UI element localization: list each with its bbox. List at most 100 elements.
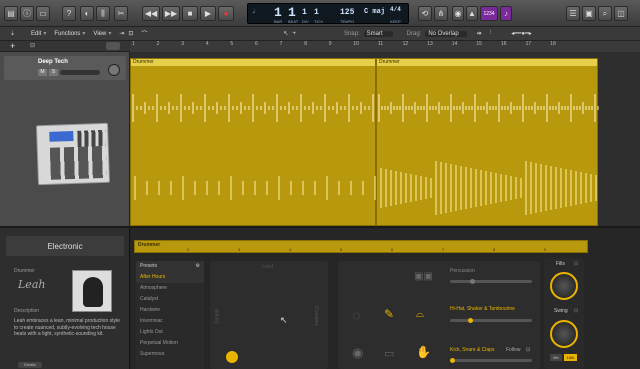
shaker-icon[interactable]: ✎ (384, 307, 394, 321)
list-editors-icon[interactable]: ☰ (566, 6, 580, 21)
preset-item[interactable]: Lights Out (136, 327, 204, 338)
tambourine-icon[interactable]: ◌ (352, 307, 360, 323)
metronome-icon[interactable]: ▲ (466, 6, 478, 21)
track-name[interactable]: Deep Tech (38, 59, 68, 65)
ruler-tick: 8 (304, 41, 307, 47)
ruler-tick: 11 (378, 41, 384, 47)
hihat-slider[interactable] (450, 318, 532, 323)
ruler-tick: 2 (156, 41, 160, 47)
view-menu[interactable]: View (93, 31, 106, 37)
drummer-label: Drummer (14, 268, 35, 274)
lcd-tempo: 125 (340, 8, 355, 17)
timeline-ruler[interactable]: 1 2 3 4 5 6 7 8 9 10 11 12 13 14 15 16 17 18 (130, 41, 640, 52)
cycle-icon[interactable]: ⟲ (418, 6, 432, 21)
preset-item[interactable]: Supernova (136, 349, 204, 360)
drag-select[interactable]: No Overlap (425, 30, 467, 37)
xy-pad[interactable]: Loud Simple Complex ↖ (210, 261, 328, 369)
ruler-tick: 9 (328, 41, 332, 47)
details-button[interactable]: Details (18, 362, 42, 368)
preset-item[interactable]: Perpetual Motion (136, 338, 204, 349)
edit-menu[interactable]: Edit (31, 31, 41, 37)
pan-knob[interactable] (108, 64, 120, 76)
global-tracks-icon[interactable]: ⊟ (30, 42, 35, 49)
ruler-tick: 10 (353, 41, 359, 47)
editor-region-bar[interactable]: Drummer 23456789 (134, 240, 588, 253)
tuner-icon[interactable]: ⋔ (434, 6, 448, 21)
fills-knob[interactable] (550, 272, 578, 300)
snare-icon[interactable]: ▭ (384, 347, 394, 360)
drummer-avatar[interactable] (72, 270, 112, 312)
waveform-zoom-icon[interactable]: ⇹ (477, 30, 482, 37)
solo-icon[interactable]: ◉ (452, 6, 464, 21)
percussion-slider[interactable] (450, 279, 532, 284)
pencil-tool-icon[interactable]: + (292, 31, 296, 37)
arrange-area[interactable]: Drummer Drummer (130, 52, 640, 226)
stop-button[interactable]: ■ (182, 6, 198, 21)
fills-lock-icon[interactable]: ⊡ (574, 261, 578, 267)
snap-select[interactable]: Smart (363, 30, 393, 37)
hihat-icon[interactable]: ⌓ (416, 309, 424, 320)
editor-ruler-tick: 2 (187, 247, 190, 252)
swing-knob[interactable] (550, 320, 578, 348)
forward-button[interactable]: ▶▶ (162, 6, 180, 21)
solo-button[interactable]: S (49, 69, 58, 76)
pad-loud-label: Loud (262, 264, 274, 270)
lcd-display[interactable]: ♩ 1 1 1 1 BAR BEAT DIV TICK 125 TEMPO C … (247, 3, 409, 24)
back-icon[interactable]: ⇣ (10, 30, 15, 37)
rewind-button[interactable]: ◀◀ (142, 6, 160, 21)
record-button[interactable]: ● (218, 6, 234, 21)
fills-label: Fills (556, 261, 565, 267)
preset-item[interactable]: Catalyst (136, 294, 204, 305)
swing-16th-button[interactable]: 16th (564, 354, 577, 361)
toolbar-icon[interactable]: ▭ (36, 6, 50, 21)
library-icon[interactable]: ▤ (4, 6, 18, 21)
search-icon[interactable]: ⌕ (598, 6, 612, 21)
mute-button[interactable]: M (38, 69, 47, 76)
swing-lock-icon[interactable]: ⊡ (574, 308, 578, 314)
vertical-zoom-icon[interactable]: ⫶ (490, 30, 492, 37)
percussion-icon[interactable]: ▣▣ (414, 271, 433, 282)
editors-icon[interactable]: ✂ (114, 6, 128, 21)
metronome-toggle-icon[interactable]: ♪ (500, 6, 512, 21)
add-track-icon[interactable]: + (10, 41, 15, 51)
cursor-icon: ↖ (280, 315, 288, 325)
mixer-icon[interactable]: ⫼ (96, 6, 110, 21)
preset-item[interactable]: After Hours (136, 272, 204, 283)
inspector-icon[interactable]: ⓘ (20, 6, 34, 21)
genre-title: Electronic (47, 242, 83, 251)
presets-gear-icon[interactable]: ⚙ (196, 261, 200, 272)
preset-item[interactable]: Hardwire (136, 305, 204, 316)
drummer-region-1[interactable]: Drummer (130, 58, 376, 226)
drummer-region-2[interactable]: Drummer (376, 58, 599, 226)
catch-icon[interactable]: ⇥ (119, 30, 124, 37)
volume-slider[interactable] (60, 70, 100, 75)
follow-icon[interactable]: ⊡ (526, 347, 530, 353)
percussion-label: Percussion (450, 268, 475, 274)
kick-icon[interactable]: ◉ (352, 345, 363, 361)
editor-ruler-tick: 6 (391, 247, 394, 252)
control-bar: ▤ ⓘ ▭ ? ◐ ⫼ ✂ ◀◀ ▶▶ ■ ▶ ● ♩ 1 1 1 1 BAR … (0, 0, 640, 27)
kick-slider[interactable] (450, 358, 532, 363)
smart-controls-icon[interactable]: ◐ (80, 6, 94, 21)
claps-icon[interactable]: ✋ (416, 345, 431, 359)
lcd-mode-icon: ♩ (252, 7, 257, 16)
track-region-toggle[interactable] (106, 42, 120, 50)
browser-icon[interactable]: ◫ (614, 6, 628, 21)
help-icon[interactable]: ? (62, 6, 76, 21)
drum-machine-screen (49, 130, 74, 142)
count-in-button[interactable]: 1234 (480, 6, 498, 21)
functions-menu[interactable]: Functions (54, 31, 80, 37)
play-button[interactable]: ▶ (200, 6, 216, 21)
flex-icon[interactable]: ⊡ (128, 30, 133, 37)
pad-puck[interactable] (226, 351, 238, 363)
preset-item[interactable]: Atmosphere (136, 283, 204, 294)
automation-icon[interactable]: ⌒ (141, 29, 147, 38)
view-chevron-icon: ▾ (108, 31, 112, 37)
notepad-icon[interactable]: ▣ (582, 6, 596, 21)
pointer-tool-icon[interactable]: ↖ (283, 30, 288, 37)
preset-item[interactable]: Insomniac (136, 316, 204, 327)
region-title: Drummer (131, 59, 375, 66)
horizontal-zoom-slider[interactable]: ◂━━●━▸ (511, 30, 531, 37)
track-header[interactable]: Deep Tech M S (0, 52, 130, 226)
swing-8th-button[interactable]: 8th (550, 354, 562, 361)
